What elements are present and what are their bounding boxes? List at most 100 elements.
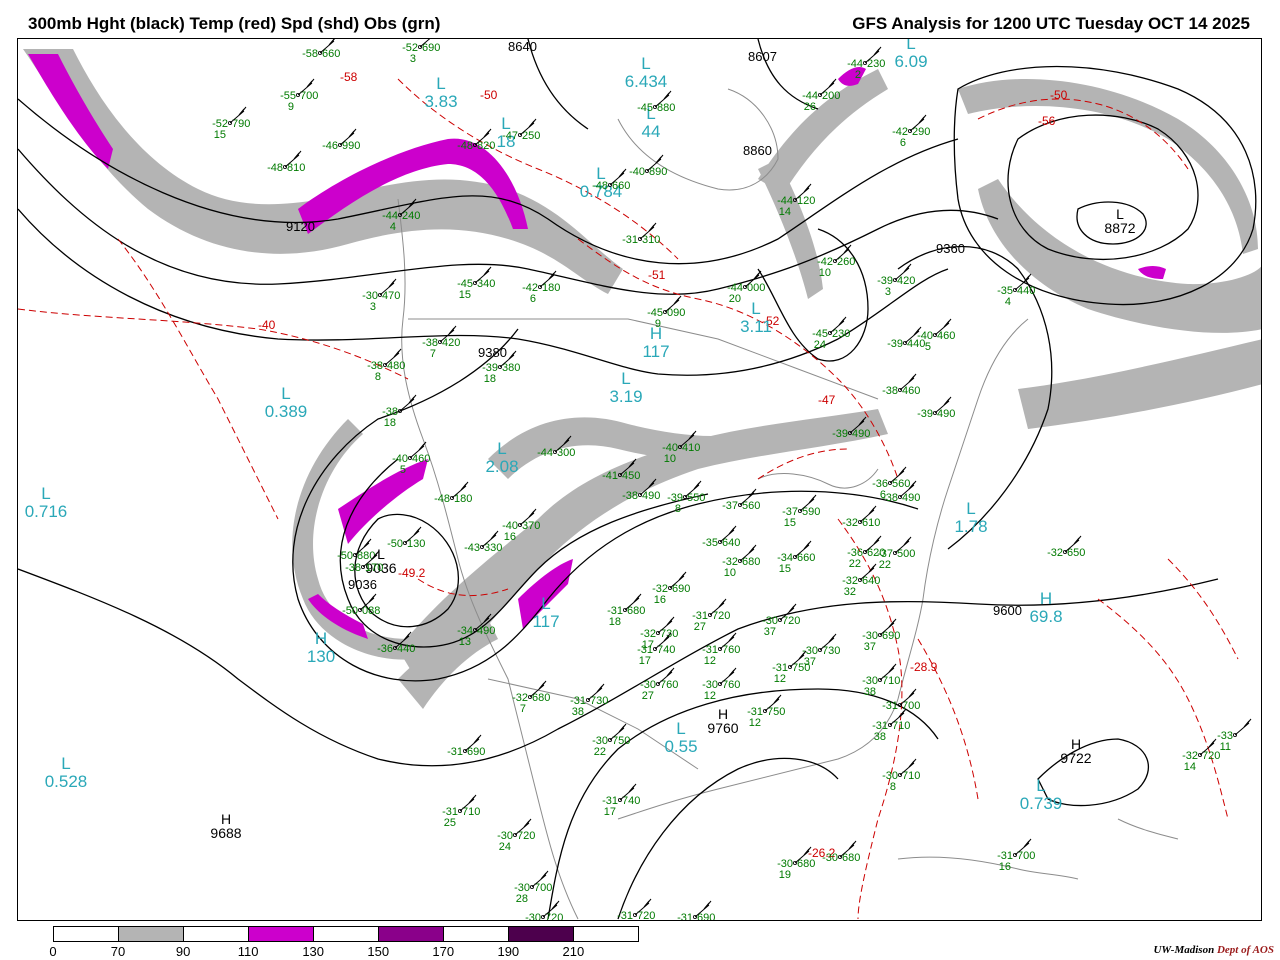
ob-dewpoint: 24 (499, 841, 511, 853)
weather-map[interactable]: 8640 8607 8860 9120 9360 9380 9036 9600 … (18, 39, 1262, 921)
ob-height: 720 (782, 615, 800, 627)
ob-temp: -50 (342, 605, 358, 617)
station-ob: -31 690 (677, 900, 715, 921)
center-value: 0.716 (25, 502, 68, 521)
credit-org: UW-Madison (1153, 944, 1215, 956)
ob-height: 340 (477, 278, 495, 290)
station-ob: -30 720 (525, 900, 563, 920)
ob-dewpoint: 27 (642, 690, 654, 702)
ob-height: 740 (657, 644, 675, 656)
center-value: 6.09 (894, 52, 927, 71)
colorbar-segment (184, 927, 249, 941)
ob-temp: -37 (722, 500, 738, 512)
ob-dewpoint: 16 (999, 861, 1011, 873)
ob-temp: -31 (677, 912, 693, 921)
ob-dewpoint: 18 (484, 373, 496, 385)
ob-height: 720 (1202, 750, 1220, 762)
station-ob: -31 72027 (692, 598, 730, 633)
ob-height: 490 (852, 428, 870, 440)
station-ob: -39 490 (917, 396, 955, 420)
ob-temp: -31 (617, 910, 633, 921)
ob-dewpoint: 7 (430, 348, 436, 360)
colorbar-label: 70 (110, 944, 126, 959)
credit: UW-Madison Dept of AOS (1153, 944, 1274, 956)
ob-height: 370 (522, 520, 540, 532)
station-ob: -50 130 (387, 526, 425, 550)
height-extremum: H9722 (1060, 736, 1091, 766)
speed-colorbar (53, 926, 639, 942)
ob-height: 000 (747, 282, 765, 294)
station-ob: -45 34015 (457, 266, 495, 301)
station-ob: -46 990 (322, 128, 360, 152)
ob-height: 490 (642, 490, 660, 502)
ob-temp: -41 (602, 470, 618, 482)
ob-height: 660 (322, 48, 340, 60)
ob-dewpoint: 38 (874, 731, 886, 743)
ob-dewpoint: 10 (819, 267, 831, 279)
map-panel[interactable]: 8640 8607 8860 9120 9360 9380 9036 9600 … (17, 38, 1262, 921)
station-ob: -35 640 (702, 525, 740, 549)
station-ob: -31 70016 (997, 838, 1035, 873)
station-ob: -31 720 (617, 898, 655, 921)
jet-band-east-coast (1018, 339, 1261, 429)
pressure-center: L0.716 (25, 484, 68, 521)
ob-temp: -47 (502, 130, 518, 142)
ob-height: 660 (797, 552, 815, 564)
center-value: 1.78 (954, 517, 987, 536)
ob-temp: -58 (302, 48, 318, 60)
ob-dewpoint: 22 (594, 746, 606, 758)
chart-title: 300mb Hght (black) Temp (red) Spd (shd) … (28, 14, 441, 33)
pressure-center: L1.78 (954, 499, 987, 536)
pressure-center: L3.19 (609, 369, 642, 406)
temp-label: -40 (258, 318, 276, 332)
ob-temp: -48 (592, 180, 608, 192)
ob-height: 880 (357, 550, 375, 562)
ob-dewpoint: 9 (288, 101, 294, 113)
center-letter: L (906, 39, 915, 53)
ob-temp: -38 (622, 490, 638, 502)
center-value: 130 (307, 647, 335, 666)
wind-barb (399, 394, 417, 412)
ob-height: 240 (402, 210, 420, 222)
ob-temp: -39 (832, 428, 848, 440)
center-value: 0.389 (265, 402, 308, 421)
center-value: 0.528 (45, 772, 88, 791)
ob-dewpoint: 12 (704, 690, 716, 702)
station-ob: -32 650 (1047, 535, 1085, 559)
pressure-center: L3.11 (740, 299, 772, 336)
station-ob: -42 2906 (892, 114, 930, 149)
pressure-center: L0.739 (1020, 776, 1063, 813)
center-value: 117 (642, 342, 669, 361)
ob-height: 690 (422, 42, 440, 54)
extremum-value: 8872 (1104, 220, 1135, 236)
ob-dewpoint: 12 (774, 673, 786, 685)
credit-dept: Dept of AOS (1216, 944, 1274, 956)
ob-height: 470 (382, 290, 400, 302)
center-letter: H (1040, 589, 1052, 608)
jet-band-nw (23, 49, 623, 294)
height-label: 9120 (286, 219, 315, 234)
ob-height: 300 (557, 447, 575, 459)
ob-height: 760 (722, 644, 740, 656)
station-ob: -31 310 (622, 222, 660, 246)
ob-dewpoint: 7 (520, 703, 526, 715)
station-ob: -43 330 (464, 530, 502, 554)
ob-dewpoint: 16 (504, 531, 516, 543)
ob-dewpoint: 16 (654, 594, 666, 606)
ob-dewpoint: 3 (885, 286, 891, 298)
ob-temp: -48 (267, 162, 283, 174)
ob-dewpoint: 27 (694, 621, 706, 633)
ob-dewpoint: 3 (410, 53, 416, 65)
ob-temp: -39 (917, 408, 933, 420)
station-ob: -37 560 (722, 488, 760, 512)
ob-dewpoint: 24 (814, 339, 826, 351)
extremum-value: 9722 (1060, 750, 1091, 766)
ob-height: 650 (1067, 547, 1085, 559)
ob-height: 310 (642, 234, 660, 246)
station-ob: -38 4207 (422, 325, 460, 360)
station-ob: -39 5508 (667, 480, 705, 515)
colorbar-label: 210 (562, 944, 585, 959)
ob-height: 490 (902, 492, 920, 504)
ob-height: 420 (897, 275, 915, 287)
height-contour-9760 (617, 757, 839, 920)
